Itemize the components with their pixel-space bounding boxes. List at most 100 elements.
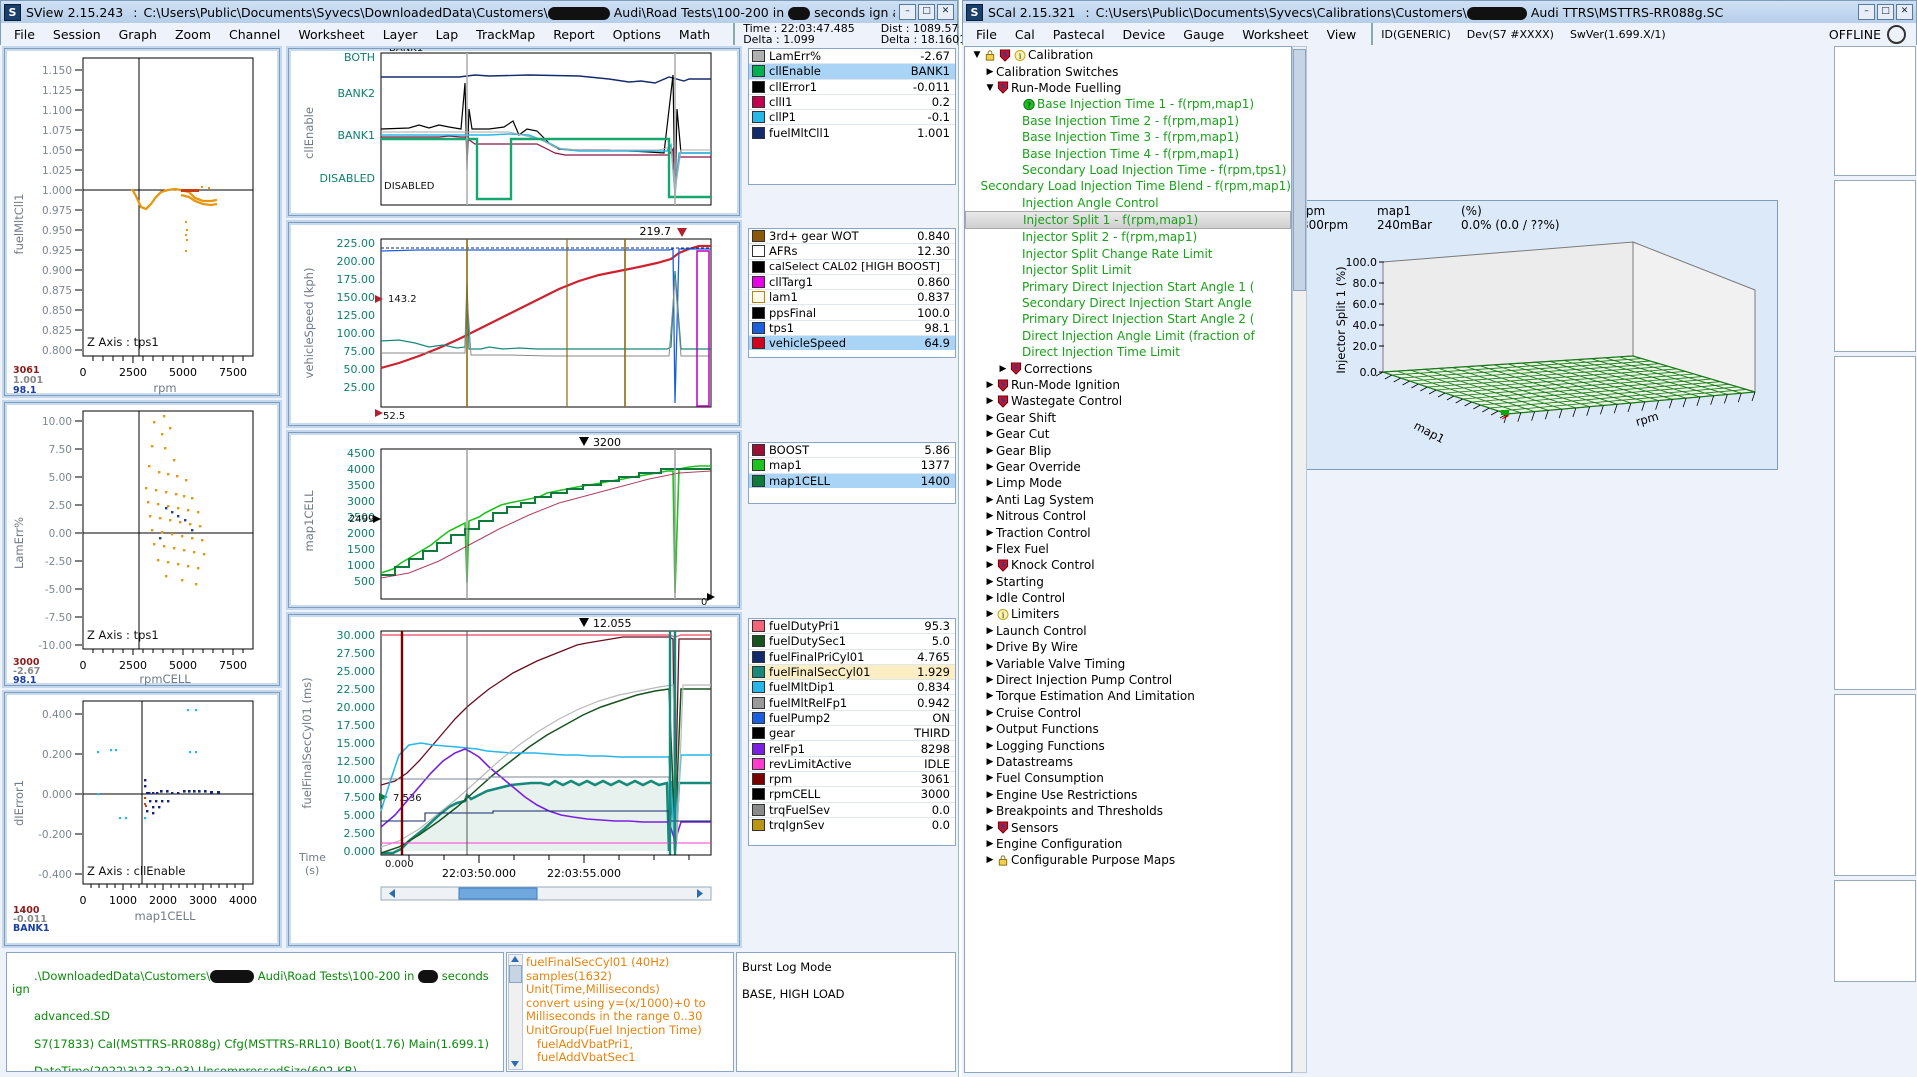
legend-row[interactable]: vehicleSpeed 64.9 bbox=[749, 336, 955, 351]
tree-item-secondary-direct-injection-start-angle[interactable]: Secondary Direct Injection Start Angle bbox=[965, 295, 1291, 311]
tree-item-torque-estimation-and-limitation[interactable]: ▶ Torque Estimation And Limitation bbox=[965, 688, 1291, 704]
menu-worksheet[interactable]: Worksheet bbox=[1233, 25, 1317, 44]
chevron-right-icon[interactable]: ▶ bbox=[984, 609, 996, 619]
chevron-down-icon[interactable]: ▼ bbox=[984, 83, 996, 93]
legend-row[interactable]: cllP1 -0.1 bbox=[749, 110, 955, 126]
tree-item-gear-blip[interactable]: ▶ Gear Blip bbox=[965, 442, 1291, 458]
legend-row[interactable]: AFRs 12.30 bbox=[749, 244, 955, 260]
legend-row[interactable]: fuelMltDip1 0.834 bbox=[749, 680, 955, 696]
chevron-right-icon[interactable]: ▶ bbox=[984, 806, 996, 816]
menu-graph[interactable]: Graph bbox=[110, 25, 166, 44]
menu-lap[interactable]: Lap bbox=[427, 25, 468, 44]
tree-item-logging-functions[interactable]: ▶ Logging Functions bbox=[965, 737, 1291, 753]
chevron-right-icon[interactable]: ▶ bbox=[984, 593, 996, 603]
legend-row[interactable]: fuelDutyPri1 95.3 bbox=[749, 619, 955, 635]
tree-item-idle-control[interactable]: ▶ Idle Control bbox=[965, 590, 1291, 606]
tree-item-gear-override[interactable]: ▶ Gear Override bbox=[965, 459, 1291, 475]
tree-item-limp-mode[interactable]: ▶ Limp Mode bbox=[965, 475, 1291, 491]
legend-row[interactable]: cllEnable BANK1 bbox=[749, 64, 955, 80]
tree-item-datastreams[interactable]: ▶ Datastreams bbox=[965, 754, 1291, 770]
chevron-right-icon[interactable]: ▶ bbox=[984, 626, 996, 636]
chevron-right-icon[interactable]: ▶ bbox=[984, 380, 996, 390]
timeplot-3[interactable]: 3200 4500 4000 3500 3000 2500 2000 1500 1000 5… bbox=[288, 432, 740, 608]
maximize-button[interactable]: □ bbox=[1877, 4, 1894, 20]
chevron-right-icon[interactable]: ▶ bbox=[984, 790, 996, 800]
legend-row[interactable]: relFp1 8298 bbox=[749, 741, 955, 757]
tree-item-nitrous-control[interactable]: ▶ Nitrous Control bbox=[965, 508, 1291, 524]
worksheet-slot-4[interactable] bbox=[1834, 694, 1916, 876]
chevron-right-icon[interactable]: ▶ bbox=[984, 577, 996, 587]
timeplot-1-canvas[interactable]: BOTH BANK2 BANK1 DISABLED DISABLED BANK1 c… bbox=[289, 49, 739, 215]
channel-info-scrollbar[interactable] bbox=[508, 954, 523, 1070]
chevron-right-icon[interactable]: ▶ bbox=[984, 773, 996, 783]
legend-row[interactable]: cllError1 -0.011 bbox=[749, 80, 955, 95]
legend-row[interactable]: fuelPump2 ON bbox=[749, 711, 955, 727]
menu-zoom[interactable]: Zoom bbox=[166, 25, 220, 44]
timeplot-1[interactable]: BOTH BANK2 BANK1 DISABLED DISABLED BANK1 c… bbox=[288, 48, 740, 216]
scroll-down-arrow[interactable] bbox=[511, 1061, 519, 1067]
legend-group-3[interactable]: BOOST 5.86 map1 1377 map1CELL 1400 bbox=[748, 442, 956, 504]
chevron-right-icon[interactable]: ▶ bbox=[984, 741, 996, 751]
legend-row[interactable]: calSelect CAL02 [HIGH BOOST] bbox=[749, 260, 955, 275]
chevron-right-icon[interactable]: ▶ bbox=[984, 495, 996, 505]
tree-item-injector-split-change-rate-limit[interactable]: Injector Split Change Rate Limit bbox=[965, 246, 1291, 262]
legend-group-2[interactable]: 3rd+ gear WOT 0.840 AFRs 12.30 calSelect C… bbox=[748, 228, 956, 358]
chevron-right-icon[interactable]: ▶ bbox=[984, 757, 996, 767]
tree-item-base-injection-time-1-f-rpm-map1[interactable]: ? Base Injection Time 1 - f(rpm,map1) bbox=[965, 96, 1291, 112]
legend-row[interactable]: rpm 3061 bbox=[749, 772, 955, 788]
chevron-right-icon[interactable]: ▶ bbox=[984, 724, 996, 734]
tree-item-direct-injection-pump-control[interactable]: ▶ Direct Injection Pump Control bbox=[965, 672, 1291, 688]
legend-row[interactable]: trqFuelSev 0.0 bbox=[749, 803, 955, 818]
tree-item-direct-injection-time-limit[interactable]: Direct Injection Time Limit bbox=[965, 344, 1291, 360]
channel-info-box[interactable]: fuelFinalSecCyl01 (40Hz) samples(1632) U… bbox=[506, 952, 734, 1072]
scroll-up-arrow[interactable] bbox=[511, 956, 519, 962]
chevron-right-icon[interactable]: ▶ bbox=[984, 659, 996, 669]
chevron-right-icon[interactable]: ▶ bbox=[984, 528, 996, 538]
menu-file[interactable]: File bbox=[5, 25, 44, 44]
log-mode-box[interactable]: Burst Log Mode BASE, HIGH LOAD bbox=[736, 952, 956, 1072]
tree-item-variable-valve-timing[interactable]: ▶ Variable Valve Timing bbox=[965, 655, 1291, 671]
menu-gauge[interactable]: Gauge bbox=[1174, 25, 1233, 44]
close-button[interactable]: ✕ bbox=[937, 4, 954, 20]
tree-item-gear-shift[interactable]: ▶ Gear Shift bbox=[965, 410, 1291, 426]
tree-item-injector-split-limit[interactable]: Injector Split Limit bbox=[965, 262, 1291, 278]
chevron-right-icon[interactable]: ▶ bbox=[984, 839, 996, 849]
chevron-right-icon[interactable]: ▶ bbox=[984, 478, 996, 488]
chevron-right-icon[interactable]: ▶ bbox=[984, 67, 996, 77]
chevron-right-icon[interactable]: ▶ bbox=[997, 364, 1009, 374]
tree-item-base-injection-time-4-f-rpm-map1[interactable]: Base Injection Time 4 - f(rpm,map1) bbox=[965, 145, 1291, 161]
tree-item-cruise-control[interactable]: ▶ Cruise Control bbox=[965, 705, 1291, 721]
legend-row[interactable]: fuelMltCll1 1.001 bbox=[749, 125, 955, 140]
chevron-right-icon[interactable]: ▶ bbox=[984, 642, 996, 652]
legend-row[interactable]: trqIgnSev 0.0 bbox=[749, 818, 955, 832]
tree-item-engine-use-restrictions[interactable]: ▶ Engine Use Restrictions bbox=[965, 787, 1291, 803]
legend-row[interactable]: gear THIRD bbox=[749, 726, 955, 742]
worksheet-slot-1[interactable] bbox=[1834, 46, 1916, 176]
tree-item-fuel-consumption[interactable]: ▶ Fuel Consumption bbox=[965, 770, 1291, 786]
menu-channel[interactable]: Channel bbox=[220, 25, 289, 44]
menu-view[interactable]: View bbox=[1318, 25, 1366, 44]
scatter-plot-3-canvas[interactable]: 0.4000.2000.000 -0.200-0.400 Z Axis: cl… bbox=[5, 693, 279, 945]
chevron-down-icon[interactable]: ▼ bbox=[971, 50, 983, 60]
chevron-right-icon[interactable]: ▶ bbox=[984, 823, 996, 833]
map-editor-panel[interactable]: rpm 300rpm map1 240mBar (%) 0.0% (0.0 / … bbox=[1294, 200, 1778, 470]
tree-item-output-functions[interactable]: ▶ Output Functions bbox=[965, 721, 1291, 737]
timeplot-4-canvas[interactable]: 12.055 30.000 27.500 25.000 22.500 20.000 17… bbox=[289, 615, 739, 945]
scatter-plot-2[interactable]: 10.00 7.50 5.00 2.50 0.00 -2.50 -5.00 -7.50 -1… bbox=[4, 402, 280, 686]
tree-item-corrections[interactable]: ▶ S Corrections bbox=[965, 360, 1291, 376]
timeplot-2[interactable]: 219.7 225.00 200.00 175.00 150.00 125.00 100… bbox=[288, 222, 740, 426]
tree-item-starting[interactable]: ▶ Starting bbox=[965, 574, 1291, 590]
session-info-box[interactable]: .\DownloadedData\Customers\ Audi\Road Te… bbox=[6, 952, 504, 1072]
scatter-plot-3[interactable]: 0.400 0.200 0.000 -0.200 -0.400 Z Axis:… bbox=[4, 692, 280, 946]
tree-item-secondary-load-injection-time-f-rpm-tps1[interactable]: Secondary Load Injection Time - f(rpm,tp… bbox=[965, 162, 1291, 178]
timeplot-3-canvas[interactable]: 3200 450040003500 300025002000 150010005… bbox=[289, 433, 739, 607]
tree-item-run-mode-fuelling[interactable]: ▼ S Run-Mode Fuelling bbox=[965, 80, 1291, 96]
worksheet-slot-3[interactable] bbox=[1834, 356, 1916, 690]
scroll-thumb[interactable] bbox=[509, 965, 522, 983]
worksheet-slot-5[interactable] bbox=[1834, 880, 1916, 982]
chevron-right-icon[interactable]: ▶ bbox=[984, 413, 996, 423]
tree-item-direct-injection-angle-limit-fraction-of[interactable]: Direct Injection Angle Limit (fraction o… bbox=[965, 328, 1291, 344]
legend-row[interactable]: revLimitActive IDLE bbox=[749, 757, 955, 772]
minimize-button[interactable]: – bbox=[899, 4, 916, 20]
maximize-button[interactable]: □ bbox=[918, 4, 935, 20]
